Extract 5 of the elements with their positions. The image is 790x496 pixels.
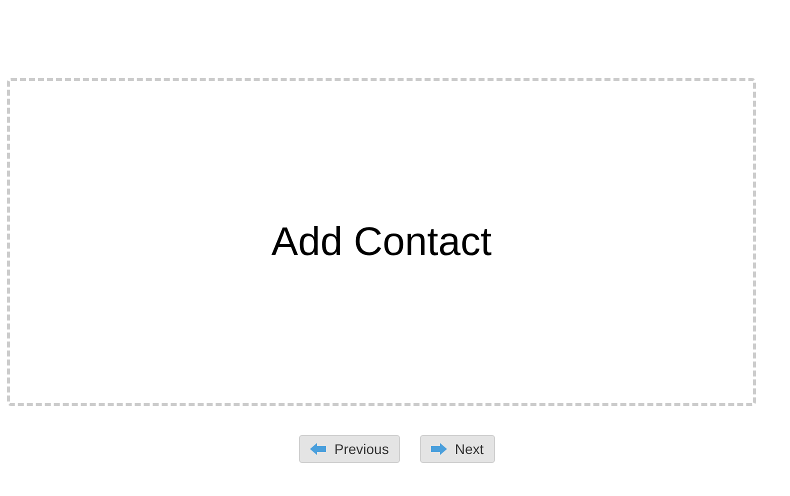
next-button[interactable]: Next [420, 435, 495, 463]
previous-button[interactable]: Previous [299, 435, 400, 463]
left-arrow-icon [310, 443, 326, 455]
slide-title: Add Contact [271, 219, 492, 266]
right-arrow-icon [430, 443, 447, 455]
